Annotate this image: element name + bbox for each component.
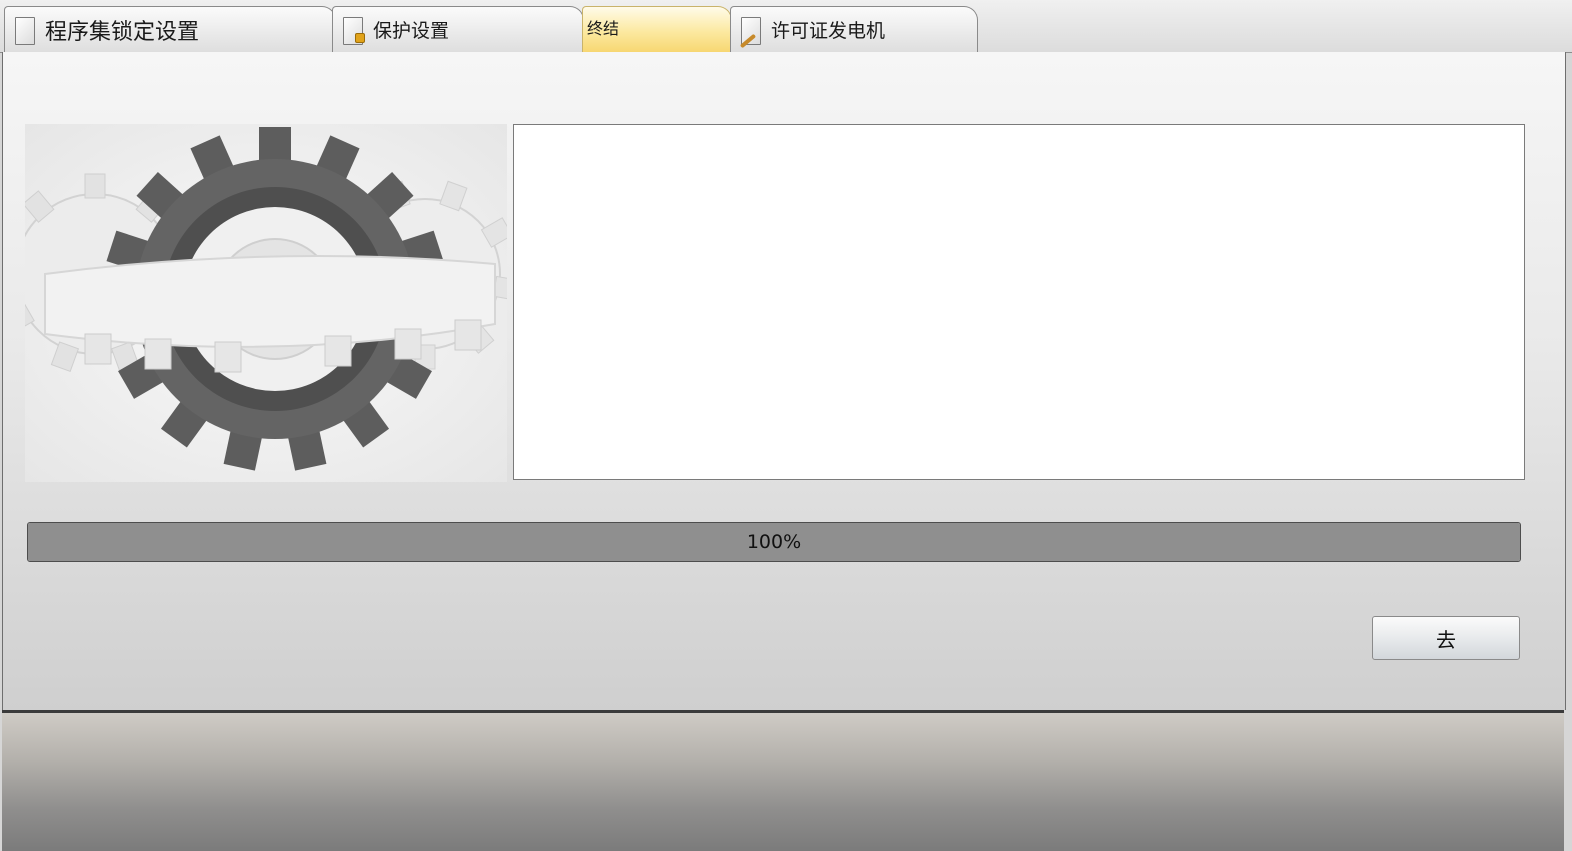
tab-assembly-lock-settings[interactable]: 程序集锁定设置: [4, 6, 336, 52]
output-log-box[interactable]: [513, 124, 1525, 480]
tab-label: 保护设置: [373, 20, 450, 42]
progress-bar: 100%: [27, 522, 1521, 562]
go-button[interactable]: 去: [1372, 616, 1520, 660]
document-lock-icon: [343, 15, 365, 45]
tab-strip: 程序集锁定设置 保护设置 终结 许可证发电机: [0, 0, 1572, 53]
tab-protection-settings[interactable]: 保护设置: [332, 6, 584, 52]
document-pen-icon: [739, 15, 761, 48]
tab-finalize[interactable]: 终结: [582, 6, 732, 52]
light-gear-band: [44, 255, 496, 348]
tab-license-generator[interactable]: 许可证发电机: [730, 6, 978, 52]
progress-label: 100%: [746, 531, 802, 553]
tab-label: 程序集锁定设置: [45, 19, 200, 45]
tab-label: 许可证发电机: [771, 20, 886, 42]
tab-label: 终结: [587, 19, 620, 38]
bottom-area: [2, 710, 1564, 851]
gears-illustration: [0, 124, 521, 482]
finalize-panel: 100% 去: [0, 52, 1566, 710]
document-icon: [15, 15, 35, 45]
